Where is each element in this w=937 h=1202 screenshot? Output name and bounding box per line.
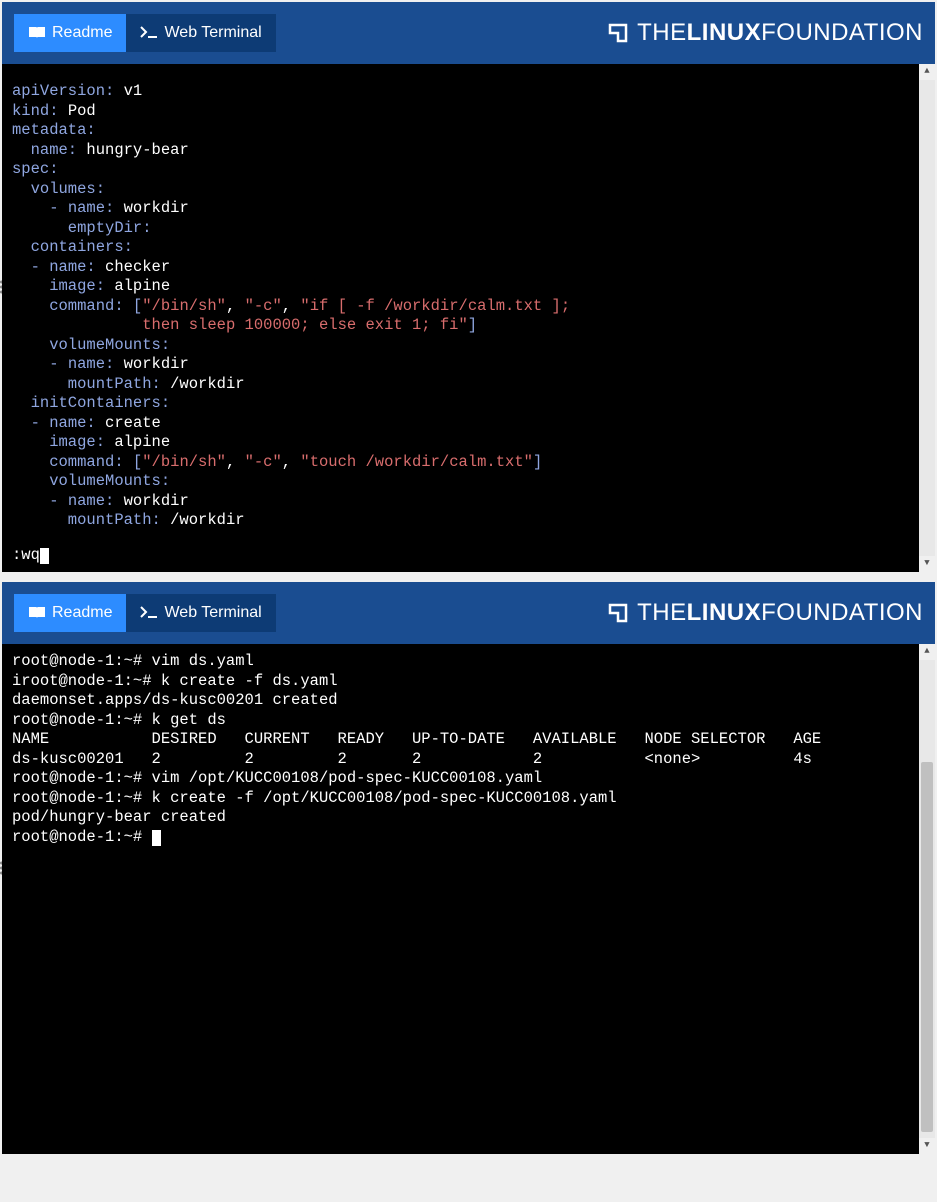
brand-text: THELINUXFOUNDATION bbox=[637, 599, 923, 627]
brand-logo-icon bbox=[607, 22, 629, 44]
tab-readme[interactable]: Readme bbox=[14, 14, 126, 52]
shell-prompt: root@node-1:~# bbox=[12, 828, 152, 846]
terminal-panel-1: Readme Web Terminal THELINUXFOUNDATION a… bbox=[2, 2, 935, 572]
shell-line: ds-kusc00201 2 2 2 2 2 <none> 4s bbox=[12, 750, 812, 768]
cursor bbox=[40, 548, 49, 564]
tab-web-terminal[interactable]: Web Terminal bbox=[126, 14, 275, 52]
tab-terminal-label: Web Terminal bbox=[164, 24, 261, 42]
brand-logo-icon bbox=[607, 602, 629, 624]
brand: THELINUXFOUNDATION bbox=[607, 599, 923, 627]
scrollbar[interactable]: ▲ ▼ bbox=[919, 644, 935, 1154]
shell-line: root@node-1:~# k get ds bbox=[12, 711, 226, 729]
tab-readme[interactable]: Readme bbox=[14, 594, 126, 632]
scroll-down-icon[interactable]: ▼ bbox=[919, 1138, 935, 1154]
cursor bbox=[152, 830, 161, 846]
tabs: Readme Web Terminal bbox=[14, 14, 276, 52]
panel-header: Readme Web Terminal THELINUXFOUNDATION bbox=[2, 2, 935, 64]
tabs: Readme Web Terminal bbox=[14, 594, 276, 632]
scroll-down-icon[interactable]: ▼ bbox=[919, 556, 935, 572]
shell-line: pod/hungry-bear created bbox=[12, 808, 226, 826]
terminal-icon bbox=[140, 26, 158, 40]
book-icon bbox=[28, 606, 46, 620]
shell-line: root@node-1:~# k create -f /opt/KUCC0010… bbox=[12, 789, 617, 807]
tab-terminal-label: Web Terminal bbox=[164, 604, 261, 622]
shell-line: NAME DESIRED CURRENT READY UP-TO-DATE AV… bbox=[12, 730, 821, 748]
book-icon bbox=[28, 26, 46, 40]
vim-command: :wq bbox=[12, 546, 49, 566]
shell-line: iroot@node-1:~# k create -f ds.yaml bbox=[12, 672, 338, 690]
scroll-up-icon[interactable]: ▲ bbox=[919, 64, 935, 80]
brand-text: THELINUXFOUNDATION bbox=[637, 19, 923, 47]
panel-header: Readme Web Terminal THELINUXFOUNDATION bbox=[2, 582, 935, 644]
scroll-thumb[interactable] bbox=[921, 762, 933, 1132]
scrollbar[interactable]: ▲ ▼ bbox=[919, 64, 935, 572]
tab-readme-label: Readme bbox=[52, 604, 112, 622]
terminal-icon bbox=[140, 606, 158, 620]
shell-line: root@node-1:~# vim ds.yaml bbox=[12, 652, 254, 670]
terminal-output-shell[interactable]: root@node-1:~# vim ds.yaml iroot@node-1:… bbox=[2, 644, 935, 1154]
tab-web-terminal[interactable]: Web Terminal bbox=[126, 594, 275, 632]
brand: THELINUXFOUNDATION bbox=[607, 19, 923, 47]
terminal-output-yaml[interactable]: apiVersion: v1 kind: Pod metadata: name:… bbox=[2, 64, 935, 572]
shell-line: daemonset.apps/ds-kusc00201 created bbox=[12, 691, 338, 709]
shell-line: root@node-1:~# vim /opt/KUCC00108/pod-sp… bbox=[12, 769, 542, 787]
tab-readme-label: Readme bbox=[52, 24, 112, 42]
scroll-up-icon[interactable]: ▲ bbox=[919, 644, 935, 660]
terminal-panel-2: Readme Web Terminal THELINUXFOUNDATION r… bbox=[2, 582, 935, 1154]
